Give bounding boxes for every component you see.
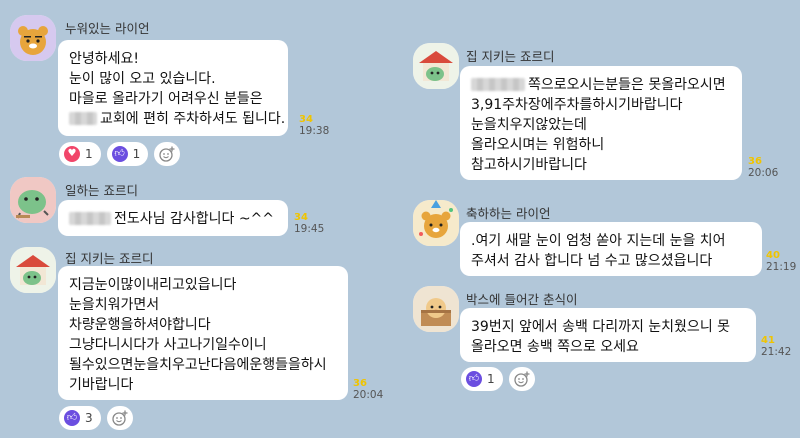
add-reaction-button[interactable] <box>508 367 535 391</box>
message-line: 그냥다니시다가 사고나기일수이니 <box>69 337 267 353</box>
message-line: 올라오시며는 위험하니 <box>471 137 605 153</box>
read-count: 36 <box>353 378 367 389</box>
reaction-count: 1 <box>132 147 141 161</box>
message-bubble[interactable]: 전도사님 감사합니다 ~^^ <box>58 200 288 236</box>
timestamp: 19:38 <box>299 125 330 137</box>
message-line: 눈을치워가면서 <box>69 297 160 313</box>
message-bubble[interactable]: 쪽으로오시는분들은 못올라오시면 3,91주차장에주차를하시기바랍니다 눈을치우… <box>460 66 742 180</box>
message-meta: 41 21:42 <box>761 335 791 359</box>
message-meta: 34 19:38 <box>299 114 329 138</box>
message-line: 지금눈이많이내리고있읍니다 <box>69 277 237 293</box>
message-line: 39번지 앞에서 송백 다리까지 눈치웠으니 못 <box>471 319 731 335</box>
message-line: 참고하시기바랍니다 <box>471 157 587 173</box>
message-line: 마을로 올라가기 어려우신 분들은 <box>69 91 263 107</box>
add-emoji-icon <box>513 371 530 387</box>
message-line: 눈이 많이 오고 있습니다. <box>69 71 216 87</box>
message-bubble[interactable]: .여기 새말 눈이 엄청 쏟아 지는데 눈을 치어 주셔서 감사 합니다 넘 수… <box>460 222 762 276</box>
heart-reaction[interactable]: ♥ 1 <box>59 142 101 166</box>
reaction-count: 1 <box>85 147 93 161</box>
message-line: .여기 새말 눈이 엄청 쏟아 지는데 눈을 치어 <box>471 233 726 249</box>
message-line: 눈을치우지않았는데 <box>471 117 587 133</box>
timestamp: 21:19 <box>766 261 797 273</box>
timestamp: 19:45 <box>294 223 325 235</box>
redacted-text <box>471 78 525 91</box>
redacted-text <box>69 112 97 125</box>
reaction-count: 1 <box>487 372 495 386</box>
sender-name: 집 지키는 죠르디 <box>65 251 154 266</box>
message-meta: 36 20:04 <box>353 378 383 402</box>
add-reaction-button[interactable] <box>106 406 133 430</box>
like-reaction[interactable]: 👍︎ 1 <box>461 367 503 391</box>
timestamp: 20:06 <box>748 167 779 179</box>
reaction-bar: 👍︎ 1 <box>461 367 535 391</box>
redacted-text <box>69 212 111 225</box>
timestamp: 21:42 <box>761 346 792 358</box>
read-count: 36 <box>748 156 762 167</box>
message-line: 쪽으로오시는분들은 못올라오시면 <box>528 77 726 93</box>
read-count: 34 <box>294 212 308 223</box>
message-meta: 36 20:06 <box>748 156 778 180</box>
message-line: 교회에 편히 주차하셔도 됩니다. <box>100 111 286 127</box>
jordy-house-icon[interactable] <box>10 247 56 293</box>
thumbs-up-icon: 👍︎ <box>466 371 482 387</box>
reaction-bar: ♥ 1 👍︎ 1 <box>59 142 181 166</box>
thumbs-up-icon: 👍︎ <box>111 146 128 162</box>
message-line: 주셔서 감사 합니다 넘 수고 많으셨읍니다 <box>471 253 713 269</box>
message-meta: 40 21:19 <box>766 250 796 274</box>
message-line: 전도사님 감사합니다 ~^^ <box>114 211 275 227</box>
message-meta: 34 19:45 <box>294 212 324 236</box>
add-reaction-button[interactable] <box>154 142 181 166</box>
message-line: 기바랍니다 <box>69 377 134 393</box>
sender-name: 일하는 죠르디 <box>65 183 138 198</box>
add-emoji-icon <box>159 146 175 162</box>
add-emoji-icon <box>111 410 128 426</box>
like-reaction[interactable]: 👍︎ 3 <box>59 406 101 430</box>
jordy-house-icon[interactable] <box>413 43 459 89</box>
choonsik-box-icon[interactable] <box>413 286 459 332</box>
message-line: 올라오면 송백 쪽으로 오세요 <box>471 339 639 355</box>
message-line: 3,91주차장에주차를하시기바랍니다 <box>471 97 683 113</box>
sender-name: 축하하는 라이언 <box>466 206 551 221</box>
message-bubble[interactable]: 안녕하세요! 눈이 많이 오고 있습니다. 마을로 올라가기 어려우신 분들은 … <box>58 40 288 136</box>
like-reaction[interactable]: 👍︎ 1 <box>106 142 149 166</box>
reaction-bar: 👍︎ 3 <box>59 406 133 430</box>
thumbs-up-icon: 👍︎ <box>64 410 80 426</box>
heart-icon: ♥ <box>64 146 80 162</box>
ryan-lying-icon[interactable] <box>10 15 56 61</box>
sender-name: 누워있는 라이언 <box>65 21 150 36</box>
sender-name: 집 지키는 죠르디 <box>466 49 555 64</box>
timestamp: 20:04 <box>353 389 384 401</box>
read-count: 40 <box>766 250 780 261</box>
sender-name: 박스에 들어간 춘식이 <box>466 292 578 307</box>
message-line: 안녕하세요! <box>69 51 140 67</box>
reaction-count: 3 <box>85 411 93 425</box>
message-line: 될수있으면눈을치우고난다음에운행들을하시 <box>69 357 327 373</box>
message-line: 차량운행을하셔야합니다 <box>69 317 211 333</box>
message-bubble[interactable]: 지금눈이많이내리고있읍니다 눈을치워가면서 차량운행을하셔야합니다 그냥다니시다… <box>58 266 348 400</box>
ryan-celebrating-icon[interactable] <box>413 200 459 246</box>
jordy-working-icon[interactable] <box>10 177 56 223</box>
read-count: 41 <box>761 335 775 346</box>
read-count: 34 <box>299 114 313 125</box>
message-bubble[interactable]: 39번지 앞에서 송백 다리까지 눈치웠으니 못 올라오면 송백 쪽으로 오세요 <box>460 308 756 362</box>
